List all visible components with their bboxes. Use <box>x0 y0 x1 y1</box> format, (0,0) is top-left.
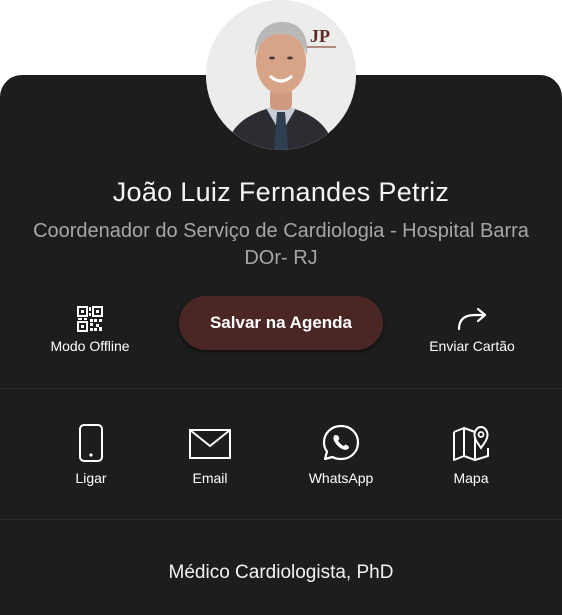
whatsapp-button[interactable]: WhatsApp <box>291 424 391 486</box>
whatsapp-icon <box>322 424 360 461</box>
avatar-photo: JP <box>206 0 356 150</box>
map-button[interactable]: Mapa <box>421 424 521 486</box>
avatar-logo: JP <box>310 26 330 46</box>
email-icon <box>189 429 231 459</box>
whatsapp-label: WhatsApp <box>308 470 374 486</box>
email-button[interactable]: Email <box>160 424 260 486</box>
call-button[interactable]: Ligar <box>41 424 141 486</box>
profile-name: João Luiz Fernandes Petriz <box>112 177 450 207</box>
qr-code-icon <box>77 306 103 332</box>
offline-mode-label: Modo Offline <box>50 338 130 354</box>
avatar: JP <box>206 0 356 150</box>
save-contact-button[interactable]: Salvar na Agenda <box>179 296 383 350</box>
divider <box>0 519 562 520</box>
specialty-text: Médico Cardiologista, PhD <box>168 562 394 583</box>
email-label: Email <box>192 470 228 486</box>
phone-icon <box>79 424 103 462</box>
share-card-label: Enviar Cartão <box>429 338 515 354</box>
divider <box>0 388 562 389</box>
offline-mode-button[interactable]: Modo Offline <box>40 306 140 354</box>
share-arrow-icon <box>457 307 487 331</box>
map-label: Mapa <box>453 470 489 486</box>
call-label: Ligar <box>75 470 107 486</box>
profile-subtitle: Coordenador do Serviço de Cardiologia - … <box>33 220 529 269</box>
map-pin-icon <box>453 425 489 461</box>
share-card-button[interactable]: Enviar Cartão <box>417 306 527 354</box>
